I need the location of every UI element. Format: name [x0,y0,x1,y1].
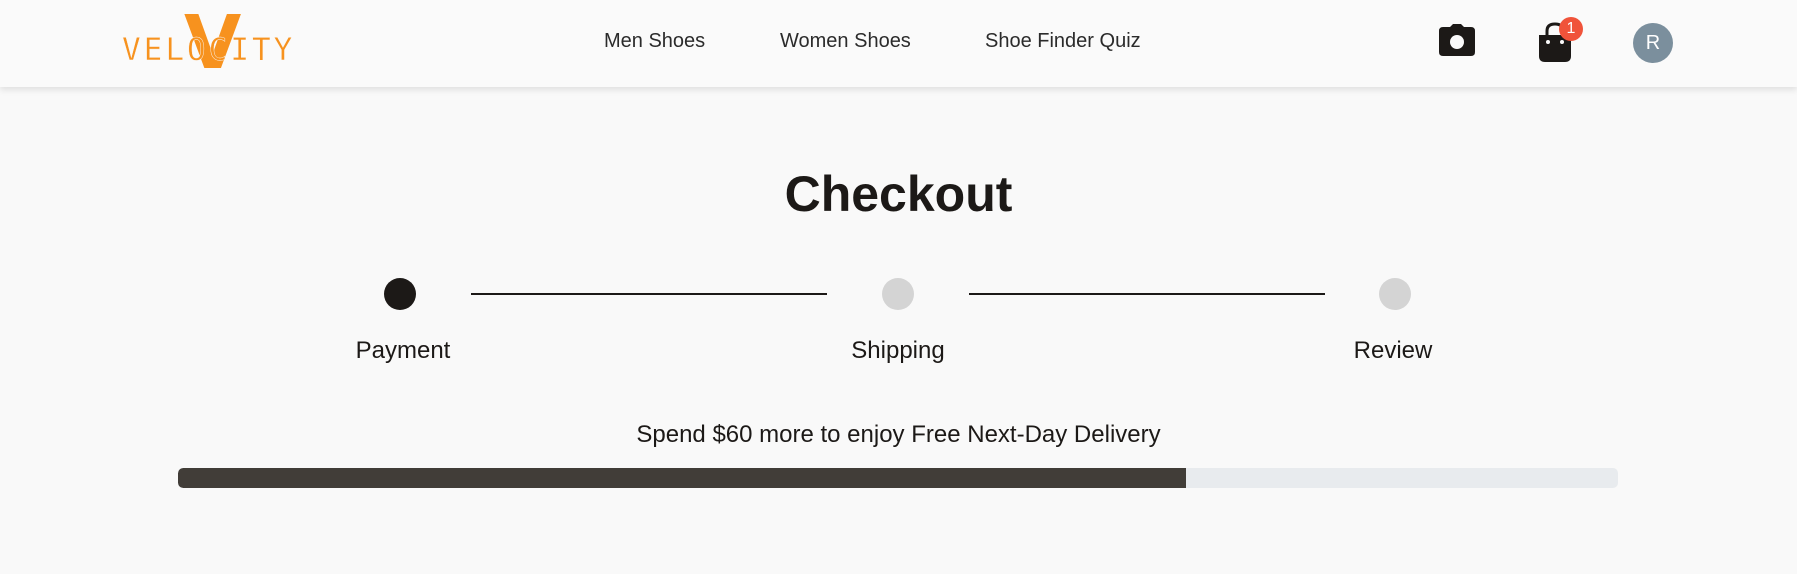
site-header: V VELOCITY Men Shoes Women Shoes Shoe Fi… [0,0,1797,87]
step-connector [471,293,827,295]
delivery-progress-bar [178,468,1618,488]
camera-icon[interactable] [1439,24,1475,56]
step-dot-payment [384,278,416,310]
delivery-promo-text: Spend $60 more to enjoy Free Next-Day De… [636,421,1161,448]
step-label-shipping: Shipping [851,337,945,364]
step-label-payment: Payment [355,337,451,364]
step-connector [969,293,1325,295]
nav-women-shoes[interactable]: Women Shoes [780,30,911,53]
logo-text: VELOCITY [122,32,296,68]
step-dot-shipping [882,278,914,310]
user-avatar[interactable]: R [1633,23,1673,63]
step-label-review: Review [1353,337,1433,364]
page-title: Checkout [784,166,1013,222]
nav-men-shoes[interactable]: Men Shoes [604,30,705,53]
velocity-logo[interactable]: V VELOCITY [118,6,318,80]
cart-count-badge: 1 [1559,17,1583,41]
delivery-progress-fill [178,468,1186,488]
step-dot-review [1379,278,1411,310]
nav-shoe-finder-quiz[interactable]: Shoe Finder Quiz [985,30,1141,53]
